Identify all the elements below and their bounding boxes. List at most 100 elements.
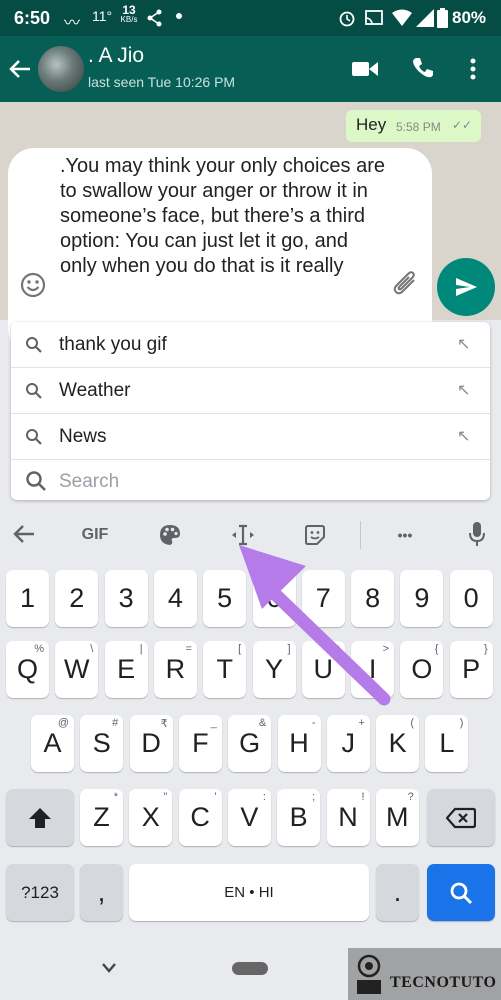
- key-v[interactable]: V:: [227, 789, 271, 846]
- key-hint: !: [361, 791, 365, 803]
- cast-icon: [365, 10, 383, 25]
- chevron-down-icon[interactable]: [101, 962, 117, 974]
- attach-icon[interactable]: [392, 270, 420, 298]
- key-8[interactable]: 8: [351, 570, 395, 627]
- more-options-icon[interactable]: [469, 58, 477, 80]
- theme-palette-icon[interactable]: [158, 523, 182, 547]
- key-t[interactable]: T[: [203, 641, 247, 698]
- key-s[interactable]: S #: [80, 715, 124, 772]
- key-x[interactable]: X ": [129, 789, 173, 846]
- key-hint: :: [262, 791, 266, 803]
- key-h[interactable]: H-: [277, 715, 321, 772]
- outgoing-message[interactable]: Hey 5:58 PM ✓✓: [346, 110, 481, 142]
- fill-query-arrow-icon[interactable]: ↖: [457, 380, 470, 400]
- suggestion-item[interactable]: News ↖: [11, 414, 490, 460]
- key-y[interactable]: Y]: [252, 641, 296, 698]
- key-hint: ): [459, 717, 464, 729]
- key-label: F: [192, 728, 209, 758]
- emoji-icon[interactable]: [20, 272, 46, 298]
- key-label: O: [411, 654, 433, 684]
- fill-query-arrow-icon[interactable]: ↖: [457, 334, 470, 354]
- key-4[interactable]: 4: [153, 570, 197, 627]
- comma-key[interactable]: ,: [80, 864, 123, 921]
- shift-key[interactable]: [6, 789, 74, 846]
- key-label: 5: [217, 583, 233, 613]
- key-o[interactable]: O{: [400, 641, 444, 698]
- search-input[interactable]: Search: [11, 459, 490, 504]
- sticker-icon[interactable]: [303, 523, 327, 547]
- key-hint: ': [214, 791, 217, 803]
- contact-name[interactable]: . A Jio: [88, 44, 144, 68]
- search-icon: [26, 471, 46, 491]
- contact-avatar[interactable]: [38, 46, 84, 92]
- fill-query-arrow-icon[interactable]: ↖: [457, 426, 470, 446]
- key-i[interactable]: I >: [351, 641, 395, 698]
- key-w[interactable]: W \: [55, 641, 99, 698]
- key-r[interactable]: R =: [153, 641, 197, 698]
- chat-area: Hey 5:58 PM ✓✓ .You may think your only …: [0, 102, 501, 354]
- gif-button[interactable]: GIF: [72, 519, 118, 551]
- key-hint: =: [185, 643, 192, 655]
- key-q[interactable]: Q%: [6, 641, 49, 698]
- key-g[interactable]: G &: [228, 715, 272, 772]
- keyboard-toolbar: GIF •••: [0, 515, 501, 555]
- search-placeholder: Search: [59, 471, 120, 492]
- key-5[interactable]: 5: [203, 570, 247, 627]
- key-label: ,: [97, 877, 106, 907]
- send-button[interactable]: [437, 258, 495, 316]
- suggestion-label: News: [59, 426, 107, 447]
- key-hint: }: [484, 643, 488, 655]
- search-action-key[interactable]: [427, 864, 495, 921]
- key-hint: -: [311, 717, 316, 729]
- key-hint: {: [434, 643, 439, 655]
- key-m[interactable]: M?: [375, 789, 419, 846]
- suggestion-item[interactable]: thank you gif ↖: [11, 322, 490, 368]
- home-pill-button[interactable]: [232, 962, 268, 975]
- text-cursor-icon[interactable]: [230, 522, 256, 548]
- key-7[interactable]: 7: [301, 570, 345, 627]
- key-z[interactable]: Z *: [80, 789, 123, 846]
- suggestion-item[interactable]: Weather ↖: [11, 368, 490, 414]
- key-hint: (: [410, 717, 415, 729]
- key-label: R: [165, 654, 186, 684]
- search-suggestions-panel: thank you gif ↖ Weather ↖ News ↖ Search: [11, 322, 490, 500]
- period-key[interactable]: .: [376, 864, 419, 921]
- key-f[interactable]: F _: [178, 715, 222, 772]
- space-key[interactable]: EN • HI: [129, 864, 369, 921]
- voice-call-icon[interactable]: [411, 56, 435, 80]
- key-hint: |: [139, 643, 143, 655]
- message-input[interactable]: .You may think your only choices are to …: [60, 154, 390, 279]
- symbols-key[interactable]: ?123: [6, 864, 74, 921]
- key-label: 6: [266, 583, 282, 613]
- watermark: TECNOTUTO: [348, 948, 501, 1000]
- key-d[interactable]: D ₹: [129, 715, 173, 772]
- backspace-key[interactable]: [427, 789, 495, 846]
- key-n[interactable]: N!: [326, 789, 370, 846]
- key-l[interactable]: L): [425, 715, 469, 772]
- read-receipt-icon: ✓✓: [452, 118, 473, 132]
- share-icon: [147, 9, 162, 27]
- key-c[interactable]: C ': [178, 789, 222, 846]
- key-label: I: [368, 654, 377, 684]
- key-k[interactable]: K(: [376, 715, 420, 772]
- microphone-icon[interactable]: [468, 521, 486, 547]
- back-arrow-icon[interactable]: [8, 58, 32, 80]
- key-9[interactable]: 9: [400, 570, 444, 627]
- key-a[interactable]: A @: [31, 715, 74, 772]
- key-label: Y: [264, 654, 283, 684]
- more-tools-button[interactable]: •••: [382, 519, 428, 551]
- key-0[interactable]: 0: [449, 570, 493, 627]
- key-6[interactable]: 6: [252, 570, 296, 627]
- key-3[interactable]: 3: [104, 570, 148, 627]
- key-label: Z: [93, 802, 110, 832]
- back-arrow-icon[interactable]: [12, 523, 36, 545]
- key-1[interactable]: 1: [6, 570, 49, 627]
- key-2[interactable]: 2: [55, 570, 99, 627]
- key-u[interactable]: U <: [301, 641, 345, 698]
- key-j[interactable]: J +: [326, 715, 370, 772]
- key-hint: &: [258, 717, 267, 729]
- video-call-icon[interactable]: [352, 60, 378, 78]
- key-b[interactable]: B;: [277, 789, 321, 846]
- key-e[interactable]: E |: [104, 641, 148, 698]
- key-p[interactable]: P}: [449, 641, 493, 698]
